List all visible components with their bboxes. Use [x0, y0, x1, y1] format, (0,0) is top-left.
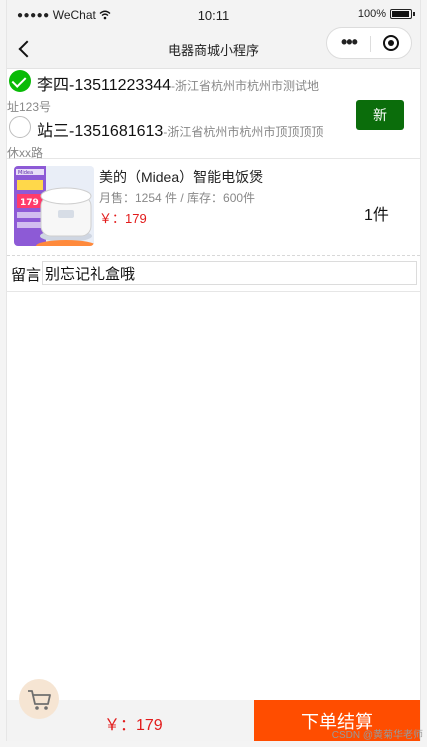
address-section: 李四-13511223344-浙江省杭州市杭州市测试地 址123号 站三-135… [7, 68, 420, 160]
product-meta: 月售：1254 件 / 库存：600件 [99, 191, 256, 205]
total-price: ￥：179 [104, 717, 163, 734]
battery-icon [390, 9, 415, 19]
product-image: Midea 179 [14, 166, 94, 246]
nav-bar: 电器商城小程序 ••• [7, 27, 420, 69]
address-line: 站三-1351681613-浙江省杭州市杭州市顶顶顶顶 [37, 117, 323, 141]
unchecked-radio-icon[interactable] [9, 116, 31, 138]
watermark: CSDN @黄菊华老师 [331, 730, 423, 741]
cart-icon [28, 690, 51, 710]
address-detail: -浙江省杭州市杭州市顶顶顶顶 [163, 125, 324, 139]
more-icon[interactable]: ••• [341, 33, 358, 51]
new-address-button[interactable]: 新 [356, 100, 404, 130]
address-name-phone: 李四-13511223344 [37, 77, 172, 94]
address-line: 李四-13511223344-浙江省杭州市杭州市测试地 [37, 71, 319, 95]
rice-cooker-image: Midea 179 [14, 166, 94, 246]
app-frame: ●●●●● WeChat 10:11 100% 电器商城小程序 ••• 李四-1… [6, 0, 421, 741]
close-miniprogram-icon[interactable] [383, 35, 399, 51]
cart-button[interactable] [19, 679, 59, 719]
menu-capsule: ••• [326, 27, 412, 59]
battery-status: 100% [357, 8, 415, 20]
thumb-brand: Midea [18, 170, 33, 176]
status-bar: ●●●●● WeChat 10:11 100% [7, 0, 420, 30]
product-price: ￥：179 [99, 211, 147, 226]
product-item: Midea 179 美的（Midea）智能电饭煲 月售：1254 件 / 库存：… [7, 159, 420, 256]
address-name-phone: 站三-1351681613 [37, 123, 164, 140]
thumb-badge: 179 [20, 198, 39, 208]
message-label: 留言 [11, 267, 42, 284]
product-title[interactable]: 美的（Midea）智能电饭煲 [99, 167, 263, 187]
capsule-divider [370, 36, 371, 52]
product-quantity: 1件 [364, 207, 389, 224]
checked-radio-icon[interactable] [9, 70, 31, 92]
address-detail-cont: 址123号 [7, 100, 52, 114]
battery-percent: 100% [357, 8, 386, 20]
message-input[interactable] [42, 261, 417, 285]
message-row: 留言 [7, 257, 420, 292]
address-detail: -浙江省杭州市杭州市测试地 [171, 79, 320, 93]
